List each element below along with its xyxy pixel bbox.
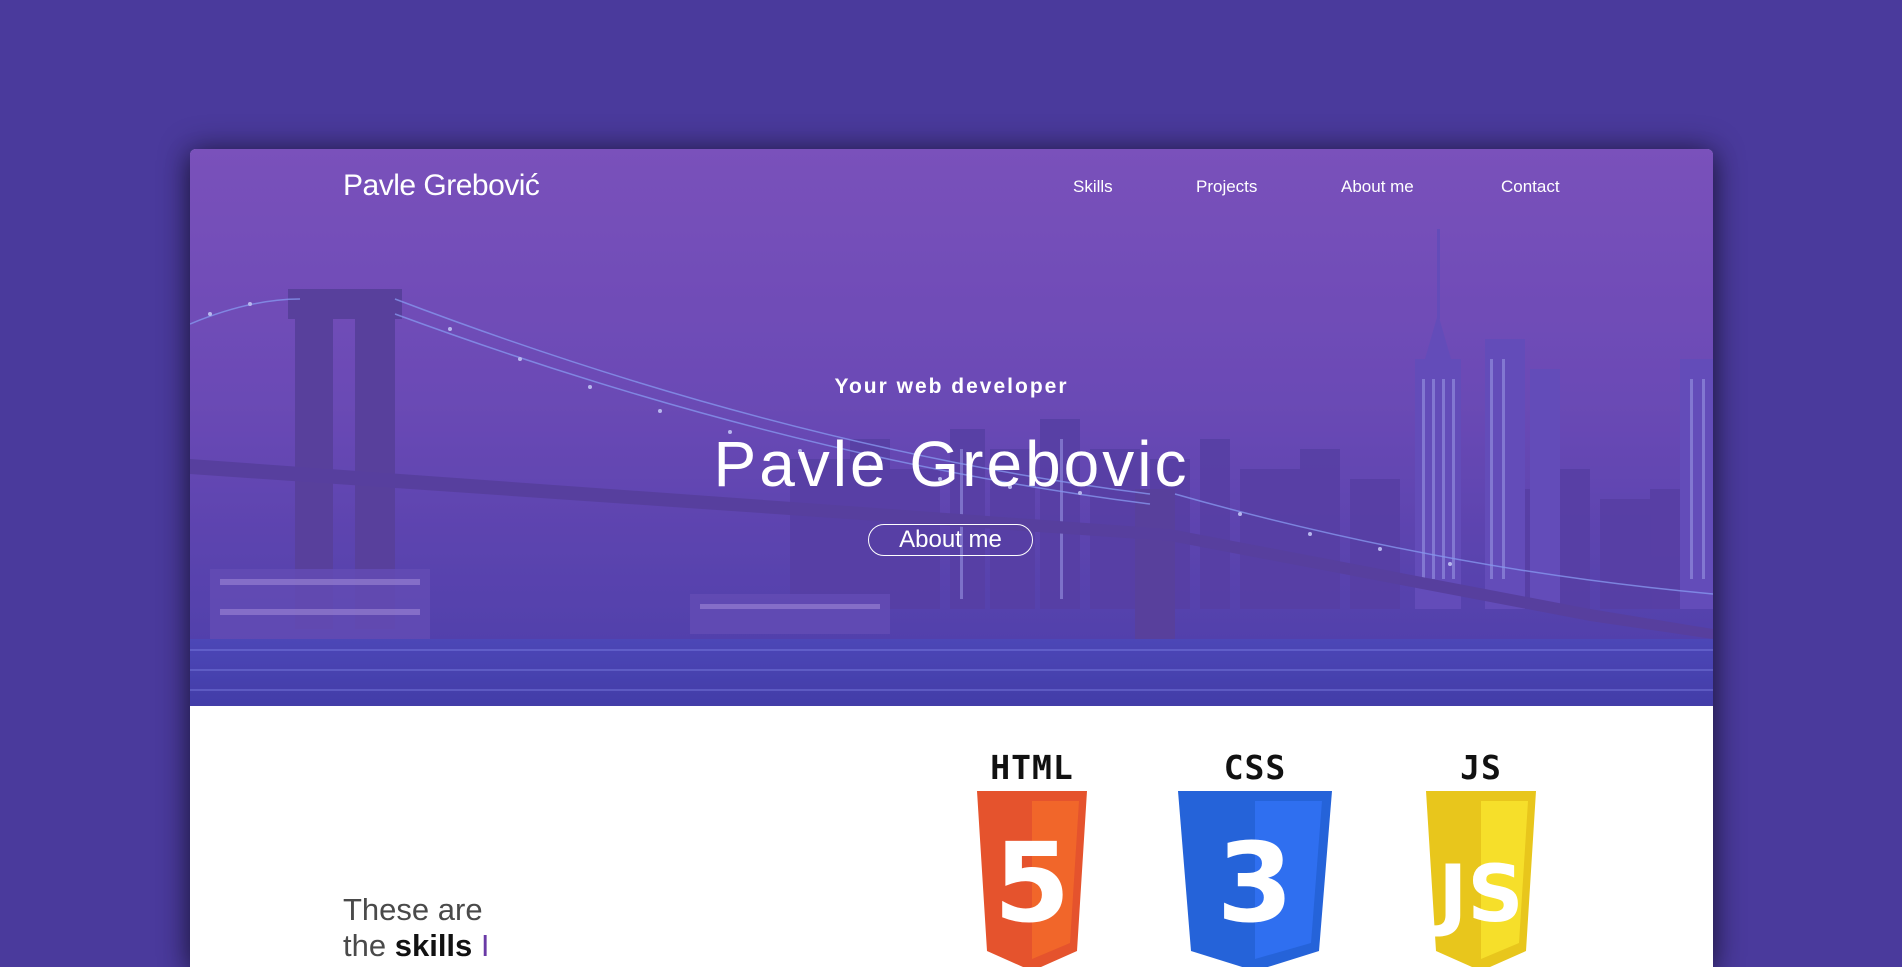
skills-heading-bold: skills — [394, 928, 473, 963]
skills-heading-line1: These are — [343, 892, 483, 927]
nav-link-about-me[interactable]: About me — [1341, 177, 1414, 197]
css-badge-label: CSS — [1223, 748, 1287, 787]
html-badge: HTML 5 — [973, 748, 1091, 967]
skills-section: These are the skills I HTML 5 CSS 3 JS J… — [190, 706, 1713, 967]
top-navigation: Pavle Grebović Skills Projects About me … — [190, 149, 1713, 225]
svg-text:3: 3 — [1217, 819, 1294, 947]
svg-text:5: 5 — [994, 819, 1071, 947]
hero-subtitle: Your web developer — [834, 375, 1069, 398]
typing-cursor: I — [480, 928, 490, 963]
js-shield-icon: JS — [1426, 791, 1536, 967]
js-badge: JS JS — [1422, 748, 1540, 967]
html5-shield-icon: 5 — [977, 791, 1087, 967]
css3-shield-icon: 3 — [1178, 791, 1332, 967]
about-me-button[interactable]: About me — [868, 524, 1033, 556]
brand-logo[interactable]: Pavle Grebović — [343, 169, 540, 203]
css-badge: CSS 3 — [1175, 748, 1335, 967]
hero-section: Pavle Grebović Skills Projects About me … — [190, 149, 1713, 706]
skills-heading-line2: the skills I — [343, 928, 490, 964]
nav-link-skills[interactable]: Skills — [1073, 177, 1113, 197]
svg-text:JS: JS — [1433, 850, 1523, 940]
nav-link-projects[interactable]: Projects — [1196, 177, 1257, 197]
html-badge-label: HTML — [990, 748, 1074, 787]
skills-heading-prefix: the — [343, 928, 395, 963]
browser-viewport: Pavle Grebović Skills Projects About me … — [190, 149, 1713, 967]
js-badge-label: JS — [1460, 748, 1502, 787]
hero-title: Pavle Grebovic — [713, 428, 1190, 500]
skills-heading: These are the skills I — [343, 892, 490, 964]
nav-link-contact[interactable]: Contact — [1501, 177, 1560, 197]
